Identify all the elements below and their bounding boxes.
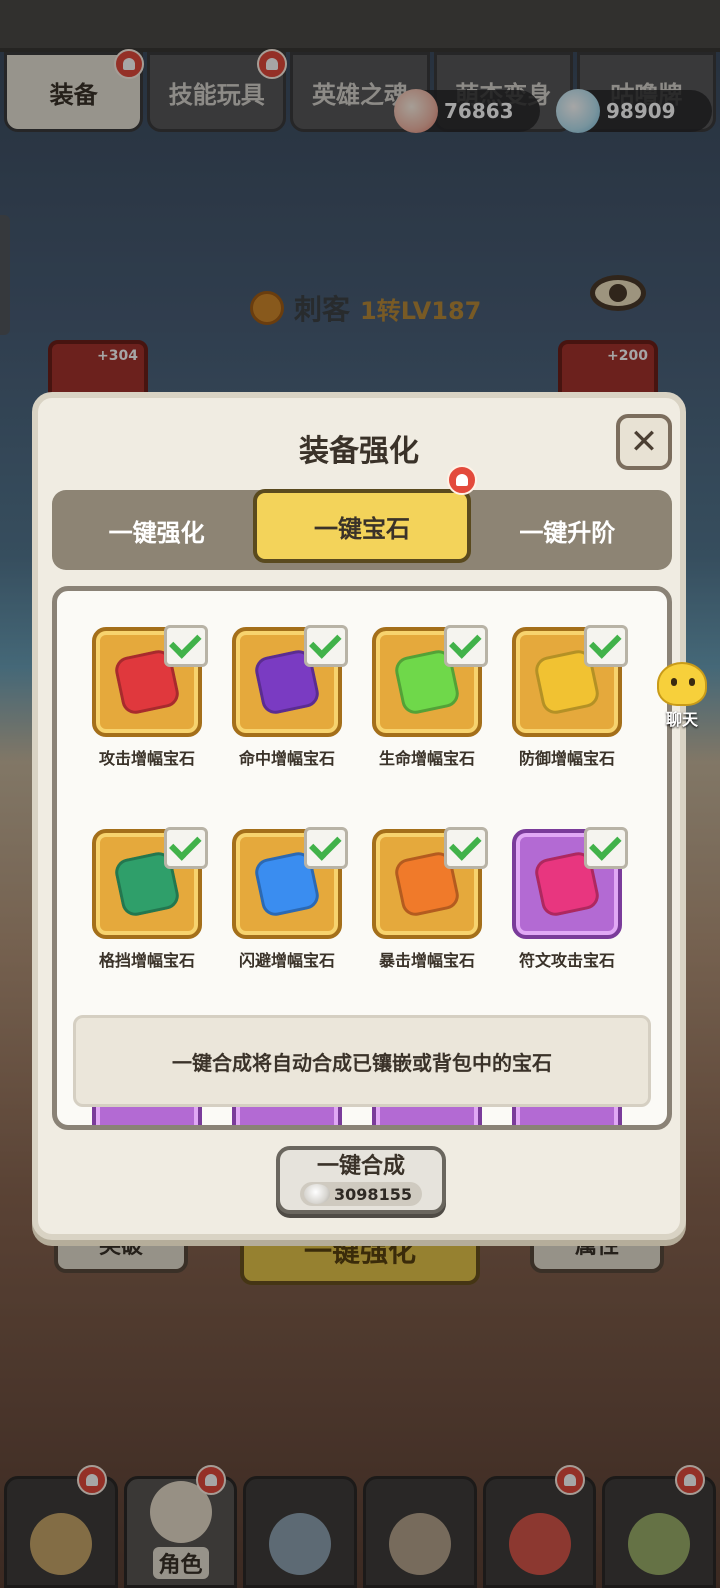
gem-name: 防御增幅宝石 xyxy=(518,749,615,768)
tab-one-click-enhance[interactable]: 一键强化 xyxy=(52,490,261,570)
gem-item[interactable]: 生命增幅宝石 xyxy=(367,625,488,769)
checkmark-icon[interactable] xyxy=(304,625,348,667)
checkmark-icon[interactable] xyxy=(584,625,628,667)
gem-name: 暴击增幅宝石 xyxy=(378,951,475,970)
gem-frame[interactable] xyxy=(232,827,348,939)
gem-name: 闪避增幅宝石 xyxy=(238,951,335,970)
gem-frame[interactable] xyxy=(92,625,208,737)
chat-button[interactable]: 聊天 xyxy=(644,662,720,730)
checkmark-icon[interactable] xyxy=(304,827,348,869)
close-icon: ✕ xyxy=(629,422,659,462)
close-button[interactable]: ✕ xyxy=(616,414,672,470)
checkmark-icon[interactable] xyxy=(444,827,488,869)
combine-label: 一键合成 xyxy=(316,1154,405,1179)
gem-item[interactable]: 命中增幅宝石 xyxy=(227,625,348,769)
checkmark-icon[interactable] xyxy=(164,625,208,667)
gem-name: 符文攻击宝石 xyxy=(518,951,615,970)
gem-item[interactable]: 格挡增幅宝石 xyxy=(87,827,208,971)
checkmark-icon[interactable] xyxy=(584,827,628,869)
combine-cost: 3098155 xyxy=(300,1182,422,1206)
gem-frame[interactable] xyxy=(372,827,488,939)
gem-item[interactable]: 暴击增幅宝石 xyxy=(367,827,488,971)
info-text: 一键合成将自动合成已镶嵌或背包中的宝石 xyxy=(73,1015,651,1107)
tab-one-click-upgrade[interactable]: 一键升阶 xyxy=(463,490,672,570)
gem-name: 格挡增幅宝石 xyxy=(98,951,195,970)
gem-name: 生命增幅宝石 xyxy=(378,749,475,768)
one-click-combine-button[interactable]: 一键合成 3098155 xyxy=(276,1146,446,1214)
gem-frame[interactable] xyxy=(232,625,348,737)
gem-frame[interactable] xyxy=(512,625,628,737)
tab-one-click-gem[interactable]: 一键宝石 xyxy=(253,465,477,563)
gem-name: 攻击增幅宝石 xyxy=(98,749,195,768)
modal-tab-bar: 一键强化 一键宝石 一键升阶 xyxy=(52,465,672,570)
gem-name: 命中增幅宝石 xyxy=(238,749,335,768)
gem-item[interactable]: 符文攻击宝石 xyxy=(507,827,628,971)
gem-frame[interactable] xyxy=(372,625,488,737)
gem-frame[interactable] xyxy=(512,827,628,939)
gem-item[interactable]: 防御增幅宝石 xyxy=(507,625,628,769)
shell-icon xyxy=(304,1184,331,1204)
checkmark-icon[interactable] xyxy=(444,625,488,667)
gem-item[interactable]: 闪避增幅宝石 xyxy=(227,827,348,971)
modal-title: 装备强化 xyxy=(299,434,419,469)
chat-face-icon xyxy=(657,662,707,706)
gem-panel: 攻击增幅宝石 命中增幅宝石 生命增幅宝石 防御增幅宝石格挡增幅宝石 闪避增幅宝石 暴击增幅… xyxy=(52,586,672,1130)
chat-label: 聊天 xyxy=(665,710,698,729)
gem-item[interactable]: 攻击增幅宝石 xyxy=(87,625,208,769)
checkmark-icon[interactable] xyxy=(164,827,208,869)
equipment-enhance-modal: 装备强化 ✕ 一键强化 一键宝石 一键升阶 攻击增幅宝石 命中增幅宝石 生命增幅宝石… xyxy=(32,392,686,1240)
gem-frame[interactable] xyxy=(92,827,208,939)
